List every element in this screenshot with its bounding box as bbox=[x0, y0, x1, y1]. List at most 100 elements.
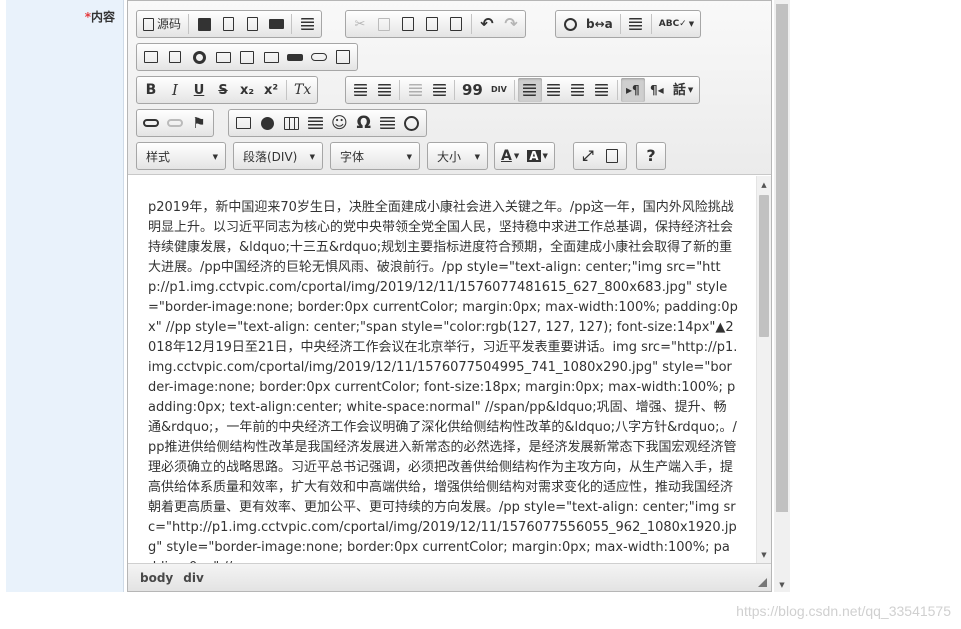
blockquote-button[interactable]: 99 bbox=[458, 78, 487, 102]
find-button[interactable] bbox=[558, 12, 582, 36]
iframe-button[interactable] bbox=[400, 111, 424, 135]
scroll-down-icon[interactable]: ▼ bbox=[774, 578, 790, 592]
indent-button[interactable] bbox=[427, 78, 451, 102]
content-scroll-thumb[interactable] bbox=[759, 195, 769, 337]
format-combo[interactable]: 段落(DIV) ▼ bbox=[233, 142, 323, 170]
checkbox-button[interactable] bbox=[163, 45, 187, 69]
save-button[interactable] bbox=[192, 12, 216, 36]
page-scroll-thumb[interactable] bbox=[776, 4, 788, 512]
select-button[interactable] bbox=[259, 45, 283, 69]
element-path-div[interactable]: div bbox=[183, 571, 204, 585]
paste-text-button[interactable] bbox=[420, 12, 444, 36]
bulleted-list-button[interactable] bbox=[372, 78, 396, 102]
create-div-button[interactable]: DIV bbox=[487, 78, 511, 102]
flash-button[interactable] bbox=[255, 111, 279, 135]
preview-button[interactable] bbox=[240, 12, 264, 36]
image-button[interactable] bbox=[231, 111, 255, 135]
text-direction-ltr-button[interactable]: ▸¶ bbox=[620, 78, 645, 102]
chevron-down-icon: ▼ bbox=[474, 153, 480, 161]
page-scrollbar[interactable]: ▼ bbox=[774, 0, 790, 592]
scroll-up-icon[interactable]: ▲ bbox=[757, 178, 771, 192]
text-color-button[interactable]: A ▼ bbox=[497, 144, 523, 168]
flash-icon bbox=[260, 116, 274, 130]
undo-button[interactable]: ↶ bbox=[475, 12, 499, 36]
show-blocks-button[interactable] bbox=[600, 144, 624, 168]
language-button[interactable]: 話 ▼ bbox=[669, 78, 697, 102]
unlink-button[interactable] bbox=[163, 111, 187, 135]
editor-source-text[interactable]: p2019年，新中国迎来70岁生日，决胜全面建成小康社会进入关键之年。/pp这一… bbox=[148, 198, 738, 564]
numbered-list-icon bbox=[353, 84, 367, 96]
bold-button[interactable]: B bbox=[139, 78, 163, 102]
editor-content-area[interactable]: p2019年，新中国迎来70岁生日，决胜全面建成小康社会进入关键之年。/pp这一… bbox=[128, 176, 771, 564]
hidden-field-icon bbox=[336, 50, 350, 64]
scroll-down-icon[interactable]: ▼ bbox=[757, 548, 771, 562]
table-button[interactable] bbox=[279, 111, 303, 135]
content-scrollbar[interactable]: ▲ ▼ bbox=[756, 176, 771, 564]
maximize-button[interactable]: ⤢ bbox=[576, 144, 600, 168]
italic-button[interactable]: I bbox=[163, 78, 187, 102]
radio-button[interactable] bbox=[187, 45, 211, 69]
cut-icon: ✂ bbox=[354, 16, 366, 32]
chevron-down-icon: ▼ bbox=[513, 151, 520, 160]
link-button[interactable] bbox=[139, 111, 163, 135]
form-button[interactable] bbox=[139, 45, 163, 69]
text-direction-rtl-button[interactable]: ¶◂ bbox=[645, 78, 669, 102]
select-all-icon bbox=[629, 18, 643, 30]
smiley-button[interactable]: ☺ bbox=[327, 111, 352, 135]
align-right-button[interactable] bbox=[566, 78, 590, 102]
align-left-button[interactable] bbox=[517, 78, 542, 102]
font-size-combo[interactable]: 大小 ▼ bbox=[427, 142, 488, 170]
smiley-icon: ☺ bbox=[331, 113, 348, 132]
new-page-button[interactable] bbox=[216, 12, 240, 36]
underline-button[interactable]: U bbox=[187, 78, 211, 102]
cut-button[interactable]: ✂ bbox=[348, 12, 372, 36]
page-break-button[interactable] bbox=[376, 111, 400, 135]
spellcheck-button[interactable]: ABC✓ ▼ bbox=[655, 12, 698, 36]
maximize-icon: ⤢ bbox=[582, 148, 594, 164]
subscript-button[interactable]: x₂ bbox=[235, 78, 259, 102]
horizontal-rule-button[interactable] bbox=[303, 111, 327, 135]
textarea-button[interactable] bbox=[235, 45, 259, 69]
align-justify-button[interactable] bbox=[590, 78, 614, 102]
select-all-button[interactable] bbox=[624, 12, 648, 36]
resize-handle-icon[interactable] bbox=[758, 578, 767, 587]
outdent-button[interactable] bbox=[403, 78, 427, 102]
align-center-button[interactable] bbox=[542, 78, 566, 102]
element-path-body[interactable]: body bbox=[140, 571, 173, 585]
replace-icon: b↔a bbox=[586, 17, 613, 31]
form-icon bbox=[144, 51, 158, 63]
hidden-field-button[interactable] bbox=[331, 45, 355, 69]
paste-word-button[interactable] bbox=[444, 12, 468, 36]
image-icon bbox=[235, 117, 251, 129]
numbered-list-button[interactable] bbox=[348, 78, 372, 102]
button-button[interactable] bbox=[283, 45, 307, 69]
replace-button[interactable]: b↔a bbox=[582, 12, 617, 36]
chevron-down-icon: ▼ bbox=[542, 151, 548, 160]
special-char-button[interactable]: Ω bbox=[352, 111, 376, 135]
superscript-button[interactable]: x² bbox=[259, 78, 283, 102]
redo-button[interactable]: ↷ bbox=[499, 12, 523, 36]
paste-button[interactable] bbox=[396, 12, 420, 36]
toolbar-separator bbox=[291, 14, 293, 34]
unlink-icon bbox=[167, 119, 183, 127]
templates-button[interactable] bbox=[295, 12, 319, 36]
strike-button[interactable]: S bbox=[211, 78, 235, 102]
print-button[interactable] bbox=[264, 12, 288, 36]
help-button[interactable]: ? bbox=[639, 144, 663, 168]
anchor-button[interactable]: ⚑ bbox=[187, 111, 211, 135]
copy-button[interactable] bbox=[372, 12, 396, 36]
select-icon bbox=[263, 51, 279, 63]
toolbar-group-tools: ⤢ bbox=[573, 142, 627, 170]
bg-color-button[interactable]: A ▼ bbox=[523, 144, 552, 168]
styles-combo[interactable]: 样式 ▼ bbox=[136, 142, 226, 170]
textfield-button[interactable] bbox=[211, 45, 235, 69]
image-button-button[interactable] bbox=[307, 45, 331, 69]
radio-icon bbox=[192, 50, 206, 64]
chevron-down-icon: ▼ bbox=[309, 153, 315, 161]
remove-format-button[interactable]: Tx bbox=[290, 78, 315, 102]
checkbox-icon bbox=[169, 51, 181, 63]
field-label-text: 内容 bbox=[90, 10, 115, 24]
chevron-down-icon: ▼ bbox=[688, 19, 695, 28]
font-combo[interactable]: 字体 ▼ bbox=[330, 142, 420, 170]
source-button[interactable]: 源码 bbox=[139, 12, 185, 36]
